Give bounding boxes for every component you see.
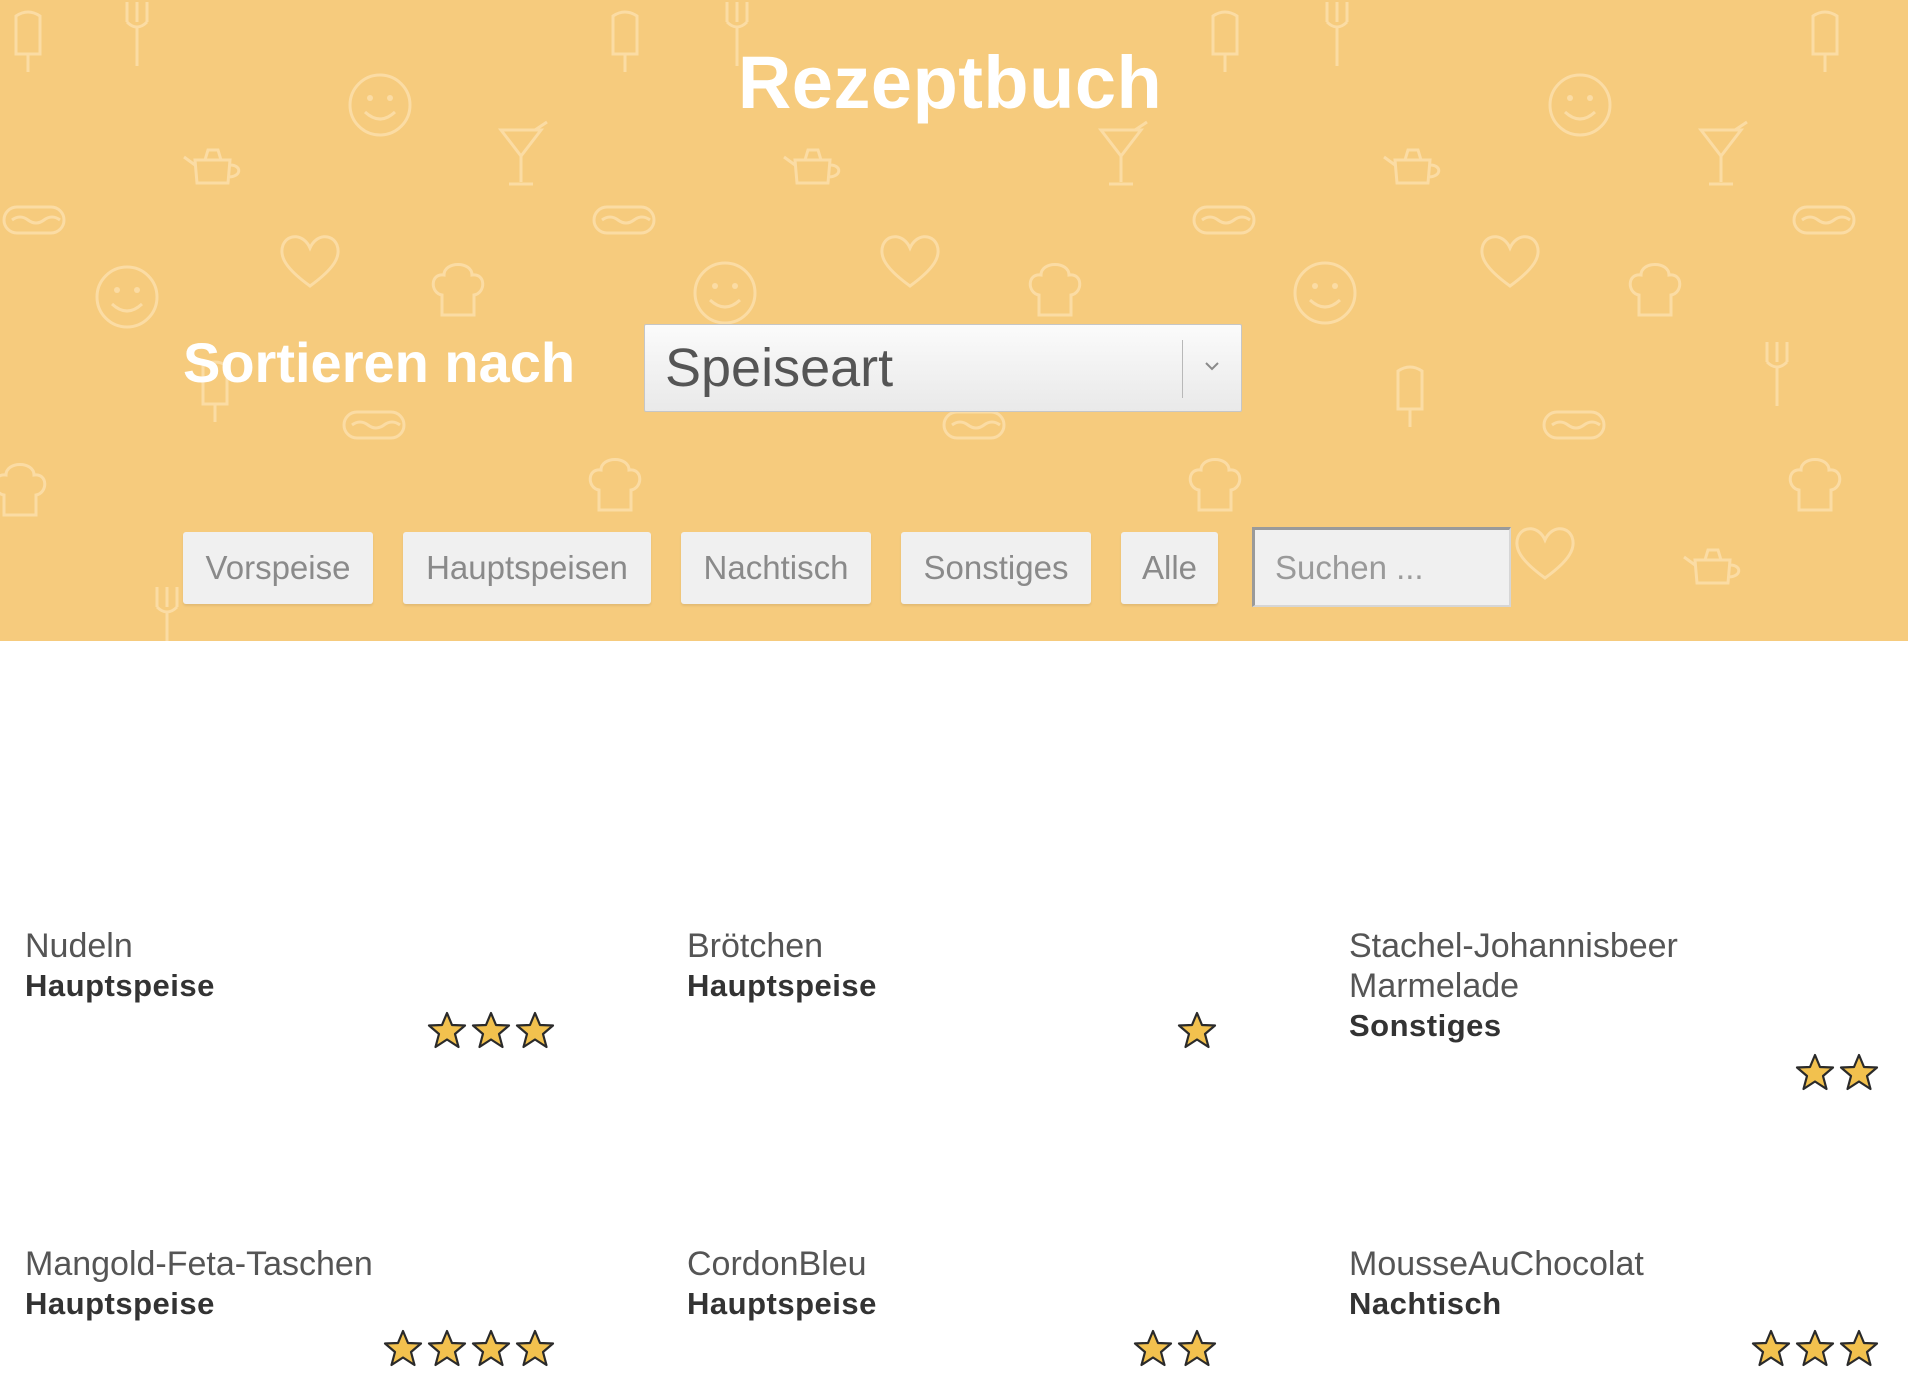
rating-stars xyxy=(423,1010,555,1050)
chef-hat-icon xyxy=(1188,458,1242,512)
smiley-icon xyxy=(693,261,757,325)
hotdog-icon xyxy=(1792,205,1856,235)
recipe-card[interactable]: Brötchen Hauptspeise xyxy=(687,926,1217,1096)
header-banner: Rezeptbuch Sortieren nach Speiseart Vors… xyxy=(0,0,1908,641)
recipe-name: Stachel-Johannisbeer Marmelade xyxy=(1349,927,1678,1005)
recipe-card[interactable]: MousseAuChocolat Nachtisch xyxy=(1349,1244,1879,1384)
recipe-name: Mangold-Feta-Taschen xyxy=(25,1245,373,1283)
rating-stars xyxy=(1173,1010,1217,1050)
filter-sonstiges-button[interactable]: Sonstiges xyxy=(901,532,1091,604)
rating-stars xyxy=(1791,1052,1879,1092)
star-icon xyxy=(1751,1329,1791,1367)
heart-icon xyxy=(1515,527,1575,580)
star-icon xyxy=(1839,1053,1879,1091)
star-icon xyxy=(1177,1329,1217,1367)
chef-hat-icon xyxy=(588,458,642,512)
teapot-icon xyxy=(1383,148,1441,185)
recipe-name: CordonBleu xyxy=(687,1245,867,1283)
hotdog-icon xyxy=(1542,410,1606,440)
sort-label: Sortieren nach xyxy=(183,331,576,394)
chef-hat-icon xyxy=(1628,263,1682,317)
teapot-icon xyxy=(783,148,841,185)
cocktail-icon xyxy=(1697,120,1748,186)
smiley-icon xyxy=(95,265,159,329)
teapot-icon xyxy=(183,148,241,185)
star-icon xyxy=(1177,1011,1217,1049)
cocktail-icon xyxy=(1097,120,1148,186)
recipe-card[interactable]: Stachel-Johannisbeer Marmelade Sonstiges xyxy=(1349,926,1879,1096)
recipe-card[interactable]: CordonBleu Hauptspeise xyxy=(687,1244,1217,1384)
cocktail-icon xyxy=(497,120,548,186)
smiley-icon xyxy=(1293,261,1357,325)
recipe-name: Nudeln xyxy=(25,927,133,965)
recipe-name: Brötchen xyxy=(687,927,824,965)
select-divider xyxy=(1182,340,1183,398)
recipe-card[interactable]: Nudeln Hauptspeise xyxy=(25,926,555,1096)
recipe-type: Hauptspeise xyxy=(25,1286,215,1321)
heart-icon xyxy=(280,235,340,288)
heart-icon xyxy=(1480,235,1540,288)
star-icon xyxy=(1133,1329,1173,1367)
star-icon xyxy=(383,1329,423,1367)
star-icon xyxy=(515,1011,555,1049)
star-icon xyxy=(427,1329,467,1367)
recipe-type: Sonstiges xyxy=(1349,1008,1502,1043)
popsicle-icon xyxy=(1396,365,1424,427)
teapot-icon xyxy=(1683,548,1741,585)
hotdog-icon xyxy=(2,205,66,235)
chef-hat-icon xyxy=(1028,263,1082,317)
chef-hat-icon xyxy=(431,263,485,317)
search-input[interactable] xyxy=(1252,527,1511,607)
sort-select-value: Speiseart xyxy=(665,338,894,398)
filter-nachtisch-button[interactable]: Nachtisch xyxy=(681,532,871,604)
sort-select[interactable]: Speiseart xyxy=(644,324,1242,412)
star-icon xyxy=(471,1329,511,1367)
star-icon xyxy=(427,1011,467,1049)
chevron-down-icon[interactable] xyxy=(1201,355,1223,377)
recipe-type: Nachtisch xyxy=(1349,1286,1502,1321)
rating-stars xyxy=(1747,1328,1879,1368)
recipe-type: Hauptspeise xyxy=(25,968,215,1003)
hotdog-icon xyxy=(592,205,656,235)
recipe-name: MousseAuChocolat xyxy=(1349,1245,1644,1283)
star-icon xyxy=(471,1011,511,1049)
rating-stars xyxy=(379,1328,555,1368)
chef-hat-icon xyxy=(1788,458,1842,512)
recipe-card[interactable]: Mangold-Feta-Taschen Hauptspeise xyxy=(25,1244,555,1384)
page-title: Rezeptbuch xyxy=(737,41,1163,124)
fork-icon xyxy=(1765,342,1789,406)
hotdog-icon xyxy=(342,410,406,440)
filter-alle-button[interactable]: Alle xyxy=(1121,532,1218,604)
star-icon xyxy=(1795,1053,1835,1091)
heart-icon xyxy=(880,235,940,288)
star-icon xyxy=(1795,1329,1835,1367)
recipe-type: Hauptspeise xyxy=(687,968,877,1003)
hotdog-icon xyxy=(1192,205,1256,235)
filter-vorspeise-button[interactable]: Vorspeise xyxy=(183,532,373,604)
rating-stars xyxy=(1129,1328,1217,1368)
star-icon xyxy=(1839,1329,1879,1367)
chef-hat-icon xyxy=(0,463,47,517)
recipe-type: Hauptspeise xyxy=(687,1286,877,1321)
filter-hauptspeisen-button[interactable]: Hauptspeisen xyxy=(403,532,651,604)
star-icon xyxy=(515,1329,555,1367)
